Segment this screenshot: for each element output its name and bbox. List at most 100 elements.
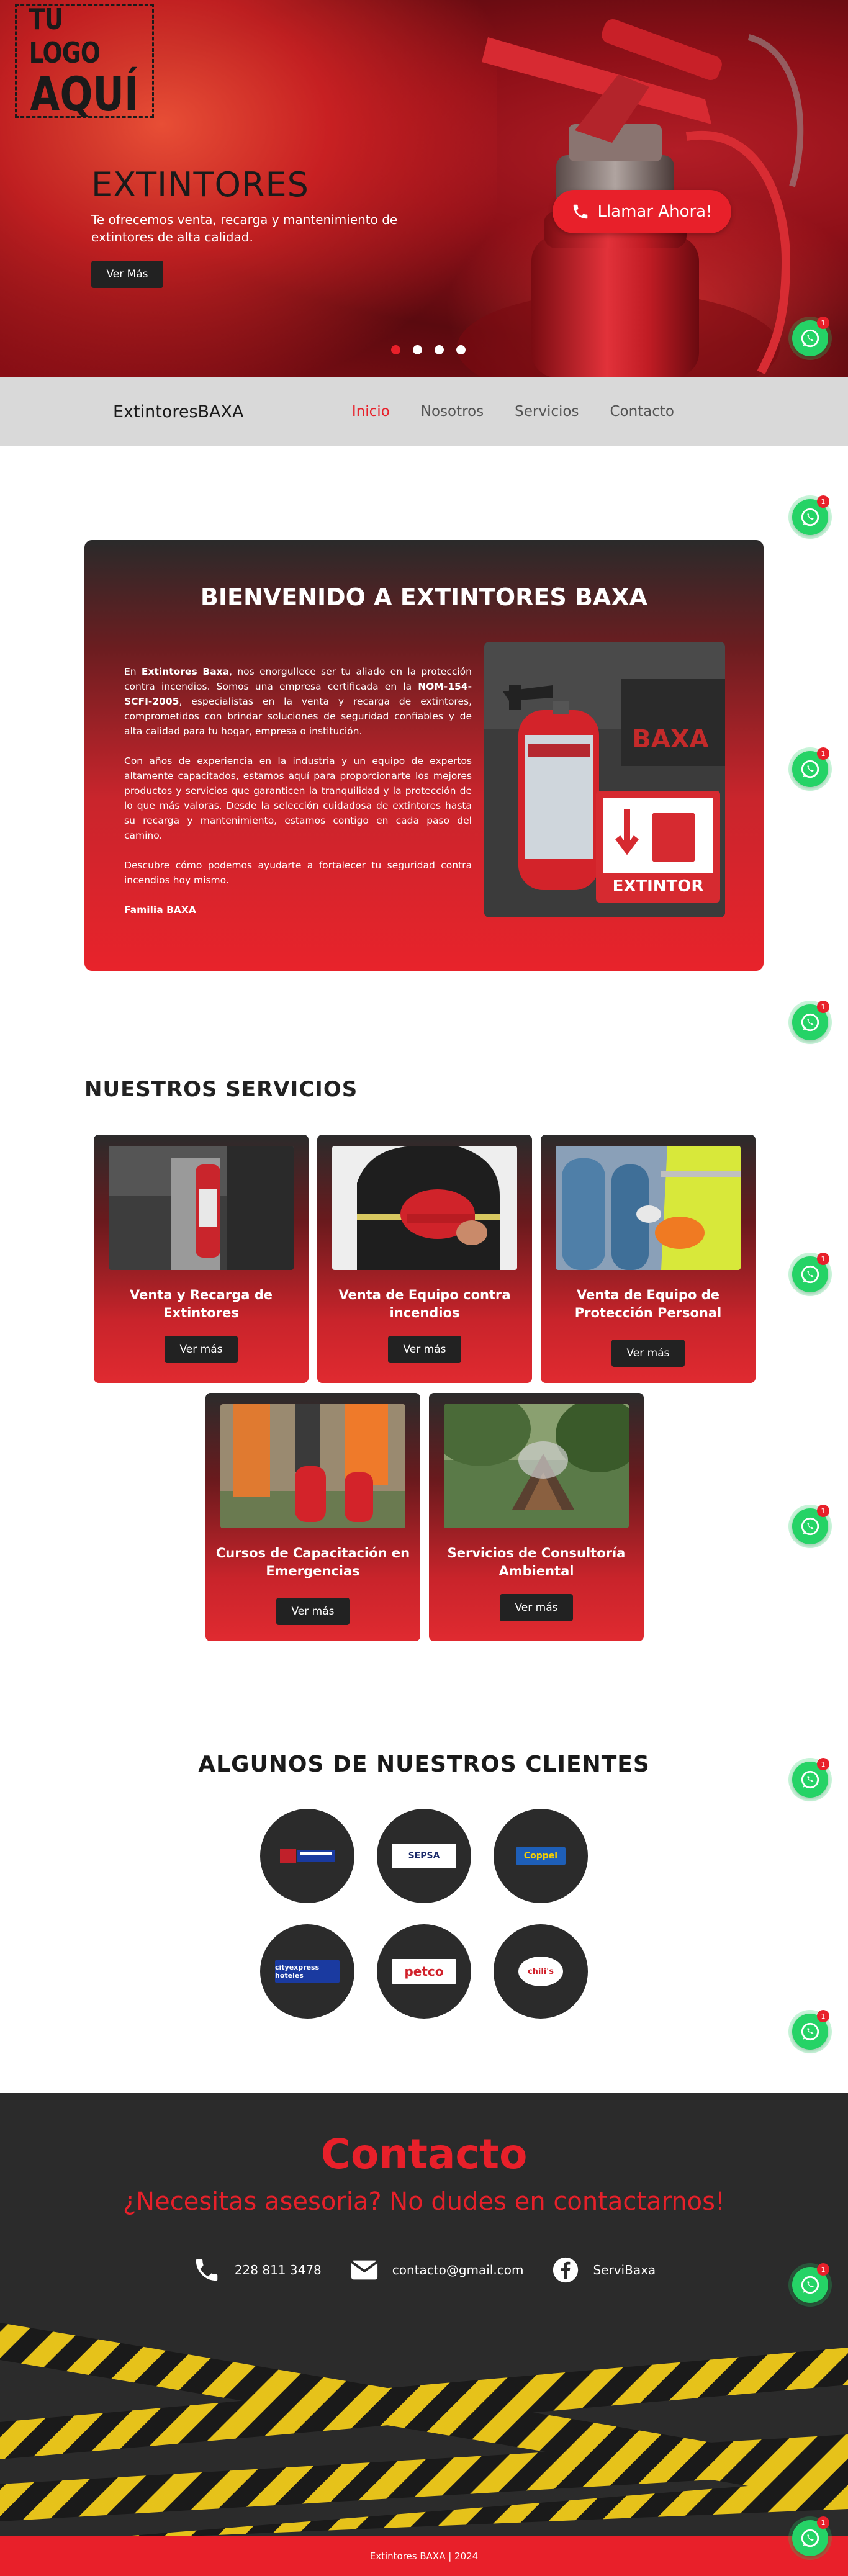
welcome-section: BIENVENIDO A EXTINTORES BAXA En Extintor… (84, 540, 764, 971)
client-logo-art (280, 1849, 335, 1863)
whatsapp-button[interactable]: 1 (792, 317, 829, 356)
whatsapp-button[interactable]: 1 (792, 2516, 829, 2556)
service-image (556, 1146, 741, 1270)
service-image (109, 1146, 294, 1270)
hero-see-more-button[interactable]: Ver Más (91, 261, 163, 288)
nav-link-servicios[interactable]: Servicios (515, 403, 579, 420)
slider-dots (391, 345, 466, 354)
service-image (332, 1146, 517, 1270)
whatsapp-button[interactable]: 1 (792, 2263, 829, 2303)
notification-badge: 1 (817, 1253, 829, 1265)
client-logo: chili's (518, 1957, 563, 1986)
client-logo-circle: petco (377, 1924, 471, 2019)
service-title: Cursos de Capacitación en Emergencias (215, 1546, 410, 1578)
welcome-text: En Extintores Baxa, nos enorgullece ser … (124, 664, 472, 932)
photo-sign-text: EXTINTOR (613, 877, 704, 896)
notification-badge: 1 (817, 495, 829, 508)
extinguisher-photo: BAXA EXTINTOR (484, 642, 725, 917)
hero-banner: TU LOGO AQUÍ EXTINTORES Te ofrecemos ven… (0, 0, 848, 377)
service-title: Servicios de Consultoría Ambiental (447, 1546, 626, 1578)
facebook-name: ServiBaxa (593, 2263, 656, 2277)
extinguisher-photo-art: BAXA EXTINTOR (484, 642, 725, 917)
client-logo: cityexpress hoteles (275, 1960, 340, 1983)
service-image (220, 1404, 405, 1528)
whatsapp-button[interactable]: 1 (792, 1253, 829, 1292)
whatsapp-button[interactable]: 1 (792, 495, 829, 535)
service-image-art (109, 1146, 294, 1270)
notification-badge: 1 (817, 317, 829, 329)
service-image-art (444, 1404, 629, 1528)
client-logo-circle: SEPSA (377, 1809, 471, 1903)
company-name: Extintores Baxa (141, 666, 230, 677)
client-name: chili's (527, 1966, 554, 1976)
service-see-more-button[interactable]: Ver más (165, 1336, 238, 1363)
phone-icon (574, 204, 588, 219)
slider-dot[interactable] (435, 345, 444, 354)
service-card: Servicios de Consultoría Ambiental Ver m… (429, 1393, 644, 1641)
client-logo (275, 1844, 340, 1868)
client-logo: Coppel (516, 1847, 566, 1865)
footer-text: Extintores BAXA | 2024 (369, 2551, 479, 2562)
service-see-more-button[interactable]: Ver más (500, 1594, 573, 1621)
whatsapp-button[interactable]: 1 (792, 1001, 829, 1040)
clients-title: ALGUNOS DE NUESTROS CLIENTES (198, 1752, 650, 1777)
contact-info-row: 228 811 3478 contacto@gmail.com ServiBax… (0, 2256, 848, 2284)
contact-phone[interactable]: 228 811 3478 (192, 2256, 322, 2284)
service-see-more-button[interactable]: Ver más (388, 1336, 461, 1363)
service-title: Venta de Equipo de Protección Personal (574, 1287, 722, 1320)
call-now-label: Llamar Ahora! (597, 202, 713, 221)
notification-badge: 1 (817, 2010, 829, 2022)
contact-subtitle: ¿Necesitas asesoria? No dudes en contact… (122, 2187, 726, 2216)
welcome-paragraph: Con años de experiencia en la industria … (124, 755, 472, 841)
whatsapp-icon (801, 1770, 819, 1789)
service-image (444, 1404, 629, 1528)
whatsapp-button[interactable]: 1 (792, 1505, 829, 1544)
client-name: petco (404, 1964, 444, 1979)
whatsapp-icon (801, 1013, 819, 1032)
call-now-button[interactable]: Llamar Ahora! (553, 190, 731, 233)
whatsapp-icon (801, 1265, 819, 1284)
contact-facebook[interactable]: ServiBaxa (552, 2256, 656, 2284)
phone-icon (196, 2259, 218, 2281)
client-name: cityexpress hoteles (275, 1963, 320, 1979)
whatsapp-icon (801, 2276, 819, 2294)
slider-dot[interactable] (391, 345, 400, 354)
slider-dot[interactable] (456, 345, 466, 354)
slider-dot[interactable] (413, 345, 422, 354)
facebook-icon (553, 2257, 579, 2283)
service-see-more-button[interactable]: Ver más (611, 1340, 685, 1367)
service-card: Venta de Equipo contra incendios Ver más (317, 1135, 532, 1383)
service-title: Venta de Equipo contra incendios (338, 1287, 511, 1320)
service-see-more-button[interactable]: Ver más (276, 1598, 350, 1625)
service-image-art (556, 1146, 741, 1270)
notification-badge: 1 (817, 1001, 829, 1013)
mail-icon (350, 2260, 378, 2280)
fire-extinguisher-image (457, 19, 804, 377)
contact-title: Contacto (320, 2130, 528, 2178)
whatsapp-button[interactable]: 1 (792, 747, 829, 787)
whatsapp-icon (801, 1517, 819, 1536)
whatsapp-icon (801, 508, 819, 526)
logo-placeholder[interactable]: TU LOGO AQUÍ (15, 2, 154, 119)
client-logo-circle (260, 1809, 354, 1903)
notification-badge: 1 (817, 1758, 829, 1770)
photo-brand-text: BAXA (632, 725, 708, 754)
welcome-paragraph: En Extintores Baxa, nos enorgullece ser … (124, 664, 472, 739)
service-card: Venta de Equipo de Protección Personal V… (541, 1135, 756, 1383)
client-logo: SEPSA (392, 1844, 456, 1868)
client-name: Coppel (523, 1851, 558, 1861)
client-logo: petco (392, 1959, 456, 1984)
notification-badge: 1 (817, 747, 829, 760)
nav-link-contacto[interactable]: Contacto (610, 403, 674, 420)
notification-badge: 1 (817, 1505, 829, 1517)
whatsapp-icon (801, 329, 819, 348)
whatsapp-button[interactable]: 1 (792, 1758, 829, 1798)
welcome-paragraph: Descubre cómo podemos ayudarte a fortale… (124, 860, 472, 886)
brand-name[interactable]: ExtintoresBAXA (113, 402, 244, 421)
contact-email[interactable]: contacto@gmail.com (350, 2258, 523, 2282)
nav-link-nosotros[interactable]: Nosotros (421, 403, 484, 420)
whatsapp-button[interactable]: 1 (792, 2010, 829, 2050)
client-name: SEPSA (408, 1851, 440, 1861)
nav-link-inicio[interactable]: Inicio (352, 403, 390, 420)
notification-badge: 1 (817, 2263, 829, 2276)
